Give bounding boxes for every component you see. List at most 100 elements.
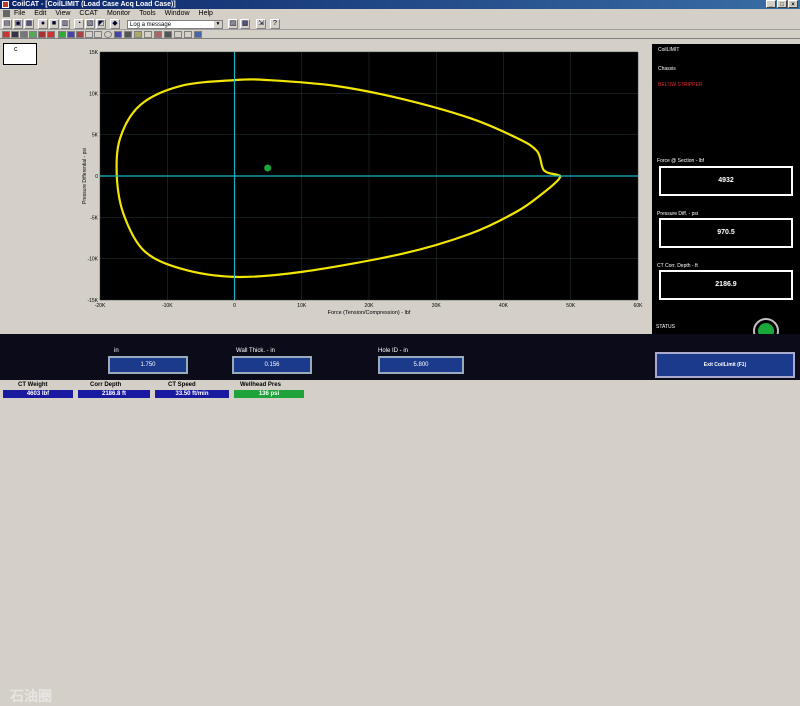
menu-tools[interactable]: Tools [139, 9, 155, 18]
wave-icon[interactable] [154, 31, 162, 38]
watermark: 石油圈 [10, 688, 52, 704]
circle-icon[interactable] [104, 31, 112, 38]
menu-window[interactable]: Window [165, 9, 190, 18]
chevron-down-icon[interactable]: ▼ [214, 21, 222, 28]
warning-text: BELOW STRIPPER [658, 82, 703, 88]
settings-icon[interactable]: ▨ [228, 19, 238, 29]
ok-icon[interactable] [58, 31, 66, 38]
force-label: Force @ Section - lbf [657, 158, 705, 164]
blue-icon[interactable] [67, 31, 75, 38]
x-tick-label: 30K [432, 303, 442, 309]
menu-help[interactable]: Help [199, 9, 213, 18]
parameters-strip: in 1.750 Wall Thick. - in 0.156 Hole ID … [0, 334, 800, 704]
coillimit-chart: -20K -10K 0 10K 20K 30K 40K 50K 60K 15K 10K 5K 0 -5K -… [78, 44, 650, 318]
x-tick-label: 50K [566, 303, 576, 309]
open-icon[interactable]: ▤ [2, 19, 12, 29]
help-icon[interactable]: ? [270, 19, 280, 29]
window-controls: _ □ × [766, 0, 798, 8]
pressure-label: Pressure Diff. - psi [657, 211, 699, 217]
red-icon[interactable] [38, 31, 46, 38]
menu-ccat[interactable]: CCAT [79, 9, 98, 18]
pipe-icon[interactable] [124, 31, 132, 38]
gauge-icon[interactable]: ◔ [74, 19, 84, 29]
depth-label: CT Corr. Depth - ft [657, 263, 698, 269]
circle2-icon[interactable] [114, 31, 122, 38]
record-icon[interactable]: ● [38, 19, 48, 29]
menu-view[interactable]: View [55, 9, 70, 18]
green-icon[interactable] [29, 31, 37, 38]
table-icon[interactable] [20, 31, 28, 38]
y-tick-label: 10K [89, 91, 99, 97]
exit-coillimit-button[interactable]: Exit CoilLimit (F1) [655, 352, 795, 378]
y-tick-label: -5K [90, 215, 98, 221]
menu-bar: File Edit View CCAT Monitor Tools Window… [0, 9, 800, 18]
log-icon[interactable]: ▧ [85, 19, 95, 29]
log-message-select[interactable]: Log a message ▼ [127, 20, 223, 29]
status-bar: CT Weight 4603 lbf Corr Depth 2186.8 ft … [0, 380, 800, 400]
minimize-button[interactable]: _ [766, 0, 776, 8]
hole-id-field[interactable]: 5.800 [378, 356, 464, 374]
menu-monitor[interactable]: Monitor [107, 9, 130, 18]
alarm-icon[interactable]: ◆ [110, 19, 120, 29]
info-icon[interactable] [194, 31, 202, 38]
y-tick-label: -10K [87, 257, 98, 263]
wall-thickness-field[interactable]: 0.156 [232, 356, 312, 374]
y-tick-label: 5K [92, 133, 99, 139]
ct-speed-label: CT Speed [168, 382, 196, 388]
y-tick-label: 0 [95, 174, 98, 180]
close-button[interactable]: × [788, 0, 798, 8]
x-tick-label: 40K [499, 303, 509, 309]
bars-icon[interactable] [164, 31, 172, 38]
maximize-button[interactable]: □ [777, 0, 787, 8]
menu-file[interactable]: File [14, 9, 25, 18]
stop-icon[interactable]: ■ [49, 19, 59, 29]
panel-title: CoilLIMIT [658, 47, 680, 53]
force-readout: 4932 [659, 166, 793, 196]
x-tick-label: 60K [634, 303, 644, 309]
corr-depth-value: 2186.8 ft [78, 390, 150, 398]
depth-readout: 2186.9 [659, 270, 793, 300]
operating-point [264, 164, 272, 172]
grid-icon[interactable] [11, 31, 19, 38]
export-icon[interactable]: ⇲ [256, 19, 266, 29]
wellhead-pres-value: 136 psi [234, 390, 304, 398]
flag2-icon[interactable] [47, 31, 55, 38]
print-icon[interactable]: ▦ [24, 19, 34, 29]
tool-icon[interactable] [76, 31, 84, 38]
ct-weight-label: CT Weight [18, 382, 48, 388]
box-icon[interactable] [85, 31, 93, 38]
calc-icon[interactable]: ▩ [240, 19, 250, 29]
pen-icon[interactable] [184, 31, 192, 38]
reel-icon[interactable] [134, 31, 142, 38]
chart-svg: -20K -10K 0 10K 20K 30K 40K 50K 60K15K10K5K0-5K-… [78, 44, 650, 318]
x-tick-label: 0 [233, 303, 236, 309]
main-toolbar: ▤ ▣ ▦ ● ■ ▥ ◔ ▧ ◩ ◆ ▨ ▩ ⇲ ? [0, 18, 800, 30]
ct-speed-value: 33.50 ft/min [155, 390, 229, 398]
panel-subtitle: Chassis [658, 66, 676, 72]
case-indicator[interactable]: c [3, 43, 37, 65]
chart-icon[interactable]: ▥ [60, 19, 70, 29]
y-axis-label: Pressure Differential - psi [82, 148, 88, 204]
line-icon[interactable] [144, 31, 152, 38]
x-tick-label: -10K [162, 303, 173, 309]
od-label: in [114, 348, 119, 354]
x-axis-label: Force (Tension/Compression) - lbf [328, 310, 411, 316]
save-icon[interactable]: ▣ [13, 19, 23, 29]
x-tick-label: 20K [365, 303, 375, 309]
cursor-icon[interactable] [174, 31, 182, 38]
wall-thickness-label: Wall Thick. - in [236, 348, 276, 354]
log-message-value: Log a message [130, 22, 172, 28]
box2-icon[interactable] [94, 31, 102, 38]
wellhead-pres-label: Wellhead Pres [240, 382, 281, 388]
case-indicator-label: c [14, 46, 18, 53]
document-icon [3, 10, 10, 17]
title-bar: CoilCAT - [CoilLIMIT (Load Case Acq Load… [0, 0, 800, 9]
flag-icon[interactable] [2, 31, 10, 38]
secondary-toolbar [0, 31, 800, 39]
menu-edit[interactable]: Edit [34, 9, 46, 18]
app-icon [2, 1, 9, 8]
od-field[interactable]: 1.750 [108, 356, 188, 374]
pressure-readout: 970.5 [659, 218, 793, 248]
window-title: CoilCAT - [CoilLIMIT (Load Case Acq Load… [12, 1, 176, 8]
graph-icon[interactable]: ◩ [96, 19, 106, 29]
